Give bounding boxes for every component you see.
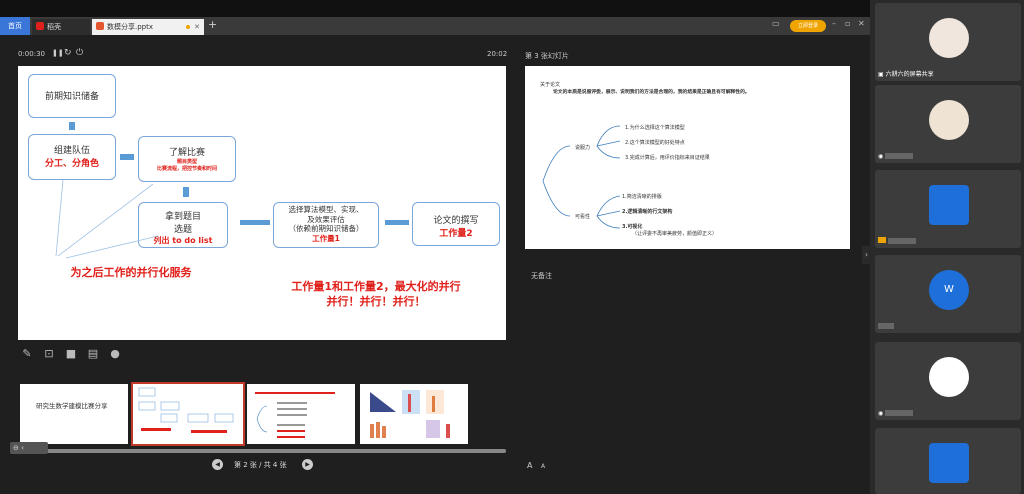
thumb-slide-4[interactable] bbox=[360, 384, 468, 444]
rs-a2: 2.这个算法模型的好处特点 bbox=[625, 140, 685, 146]
tab-pptx-label: 数模分享.pptx bbox=[107, 23, 153, 31]
tab-pptx[interactable]: 数模分享.pptx ✕ bbox=[92, 19, 204, 35]
restart-icon[interactable]: ↻ bbox=[64, 48, 72, 58]
current-slide: 前期知识储备 组建队伍 分工、分角色 了解比赛 题目类型 比赛流程，把控节奏和时… bbox=[18, 66, 506, 340]
participant-2-name: ◉ bbox=[878, 153, 914, 160]
unsaved-dot-icon bbox=[186, 25, 190, 29]
collapse-thumbs-button[interactable]: ⊖ ‹ bbox=[10, 442, 48, 454]
note-left: 为之后工作的并行化服务 bbox=[70, 266, 192, 279]
participant-5-name: ◉ bbox=[878, 410, 914, 417]
font-increase-icon[interactable]: A bbox=[527, 461, 532, 470]
pager-text: 第 2 张 / 共 4 张 bbox=[234, 461, 287, 469]
rs-b1: 1.简洁清晰的排版 bbox=[622, 194, 662, 200]
rs-b3-note: （让评委不再审美疲劳，颜值即正义） bbox=[632, 231, 718, 237]
camera-icon[interactable]: ■ bbox=[64, 348, 78, 360]
next-icon[interactable]: ▶ bbox=[302, 459, 313, 470]
participant-3-name bbox=[878, 237, 916, 245]
docer-icon bbox=[36, 22, 44, 30]
avatar bbox=[929, 185, 969, 225]
screenshot-icon[interactable]: ⊡ bbox=[42, 348, 56, 360]
pen-icon[interactable]: ✎ bbox=[20, 348, 34, 360]
participant-4-name bbox=[878, 323, 894, 330]
tab-home[interactable]: 首页 bbox=[0, 17, 30, 35]
maximize-icon[interactable]: ▫ bbox=[845, 19, 850, 28]
tab-docer-label: 稻壳 bbox=[47, 23, 61, 31]
tab-bar: 首页 稻壳 数模分享.pptx ✕ bbox=[0, 17, 870, 35]
screen-share-label: ▣ 六耕六的屏幕共享 bbox=[878, 71, 934, 78]
rs-a1: 1.为什么选择这个算法模型 bbox=[625, 125, 685, 131]
participant-card-5[interactable]: ◉ bbox=[875, 342, 1021, 420]
speaker-notes: 无备注 bbox=[531, 272, 552, 280]
window-close-icon[interactable]: ✕ bbox=[858, 19, 865, 28]
rs-branch-a: 说服力 bbox=[575, 145, 591, 151]
remaining-time: 20:02 bbox=[487, 50, 508, 58]
pause-icon[interactable]: ❚❚ bbox=[52, 49, 64, 57]
minimize-icon[interactable]: – bbox=[832, 19, 836, 28]
font-decrease-icon[interactable]: A bbox=[541, 463, 545, 470]
elapsed-time: 0:00:30 bbox=[18, 50, 45, 58]
top-strip bbox=[0, 0, 870, 17]
next-slide-label: 第 3 张幻灯片 bbox=[525, 52, 569, 60]
rs-b2: 2.逻辑清晰的行文架构 bbox=[622, 209, 673, 215]
tab-docer[interactable]: 稻壳 bbox=[32, 19, 90, 35]
rs-b3: 3.可视化 bbox=[622, 224, 643, 230]
next-slide-preview: 关于论文 论文的本质是说服评委，展示、说明我们的方法是合理的，我的结果是正确且有… bbox=[525, 66, 850, 249]
participant-panel: ▣ 六耕六的屏幕共享 ◉ W ◉ bbox=[870, 0, 1024, 494]
avatar bbox=[929, 443, 969, 483]
participant-card-3[interactable] bbox=[875, 170, 1021, 248]
avatar bbox=[929, 18, 969, 58]
prev-icon[interactable]: ◀ bbox=[212, 459, 223, 470]
thumb-1-title: 研究生数学建模比赛分享 bbox=[36, 402, 108, 410]
participant-card-2[interactable]: ◉ bbox=[875, 85, 1021, 163]
avatar: W bbox=[929, 270, 969, 310]
layout-icon[interactable]: ▭ bbox=[772, 19, 780, 28]
thumb-slide-2[interactable] bbox=[131, 382, 245, 446]
thumb-3-preview bbox=[255, 392, 335, 438]
avatar bbox=[929, 357, 969, 397]
participant-card-6[interactable] bbox=[875, 428, 1021, 494]
new-tab-icon[interactable]: + bbox=[208, 18, 217, 31]
close-tab-icon[interactable]: ✕ bbox=[194, 19, 200, 35]
ppt-file-icon bbox=[96, 22, 104, 30]
note-right-2: 并行！并行！并行！ bbox=[326, 295, 426, 308]
thumb-slide-3[interactable] bbox=[247, 384, 355, 444]
note-right-1: 工作量1和工作量2，最大化的并行 bbox=[291, 280, 461, 293]
participant-card-4[interactable]: W bbox=[875, 255, 1021, 333]
thumb-slide-1[interactable]: 研究生数学建模比赛分享 bbox=[20, 384, 128, 444]
comment-icon[interactable]: ▤ bbox=[86, 348, 100, 360]
more-icon[interactable]: ● bbox=[108, 348, 122, 360]
rs-branch-b: 可看性 bbox=[575, 214, 591, 220]
thumb-2-preview bbox=[138, 387, 234, 433]
login-button[interactable]: 立即登录 bbox=[790, 20, 826, 32]
thumb-scrollbar[interactable] bbox=[40, 449, 506, 453]
avatar bbox=[929, 100, 969, 140]
participant-card-1[interactable]: ▣ 六耕六的屏幕共享 bbox=[875, 3, 1021, 81]
slide-pager: ◀ 第 2 张 / 共 4 张 ▶ bbox=[212, 459, 322, 471]
rs-a3: 3.完成计算后，用评价指标来目证结果 bbox=[625, 155, 710, 161]
power-icon[interactable]: ⏻ bbox=[76, 48, 83, 58]
thumb-4-preview bbox=[370, 390, 450, 438]
